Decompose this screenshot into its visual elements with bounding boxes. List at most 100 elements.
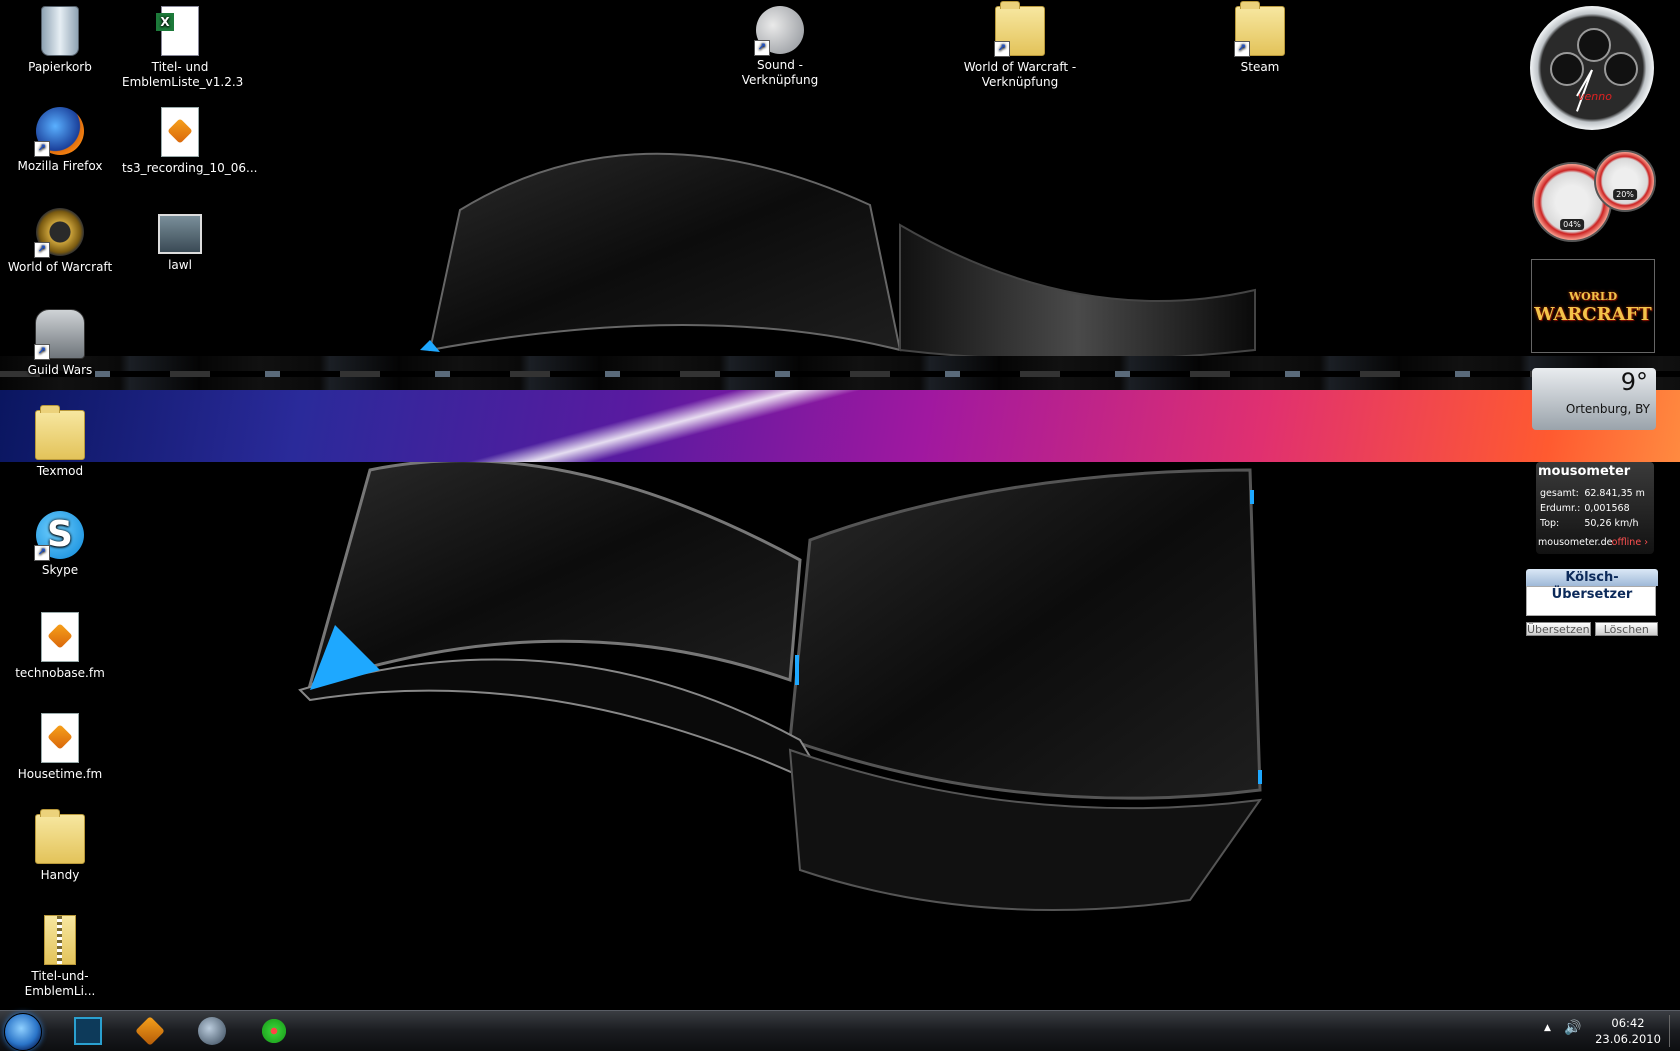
desktop-icon-papierkorb[interactable]: Papierkorb	[0, 0, 120, 75]
folder-icon	[35, 405, 85, 460]
wow-logo: WORLD WARCRAFT	[1534, 288, 1651, 324]
stat-value: 50,26 km/h	[1584, 518, 1639, 529]
stat-value: 62.841,35 m	[1584, 488, 1645, 499]
show-hidden-icons-button[interactable]: ▲	[1544, 1023, 1551, 1033]
desktop-icon-titel-emblemliste[interactable]: Titel- und EmblemListe_v1.2.3	[120, 0, 244, 90]
icon-label: Titel- und EmblemListe_v1.2.3	[122, 60, 244, 89]
translate-button[interactable]: Übersetzen	[1526, 622, 1591, 636]
shortcut-arrow-icon: ↗	[1234, 41, 1250, 57]
zip-folder-icon	[44, 915, 76, 965]
desktop-icon-texmod[interactable]: Texmod	[0, 404, 120, 479]
desktop-icon-housetime[interactable]: Housetime.fm	[0, 707, 120, 782]
icon-label: Steam	[1240, 60, 1280, 74]
desktop-icon-wow-link[interactable]: ↗ World of Warcraft - Verknüpfung	[960, 0, 1080, 90]
playlist-file-icon	[161, 107, 199, 157]
koelsch-translator-gadget: Kölsch-Übersetzer Übersetzen Löschen	[1526, 569, 1658, 643]
folder-icon: ↗	[994, 1, 1045, 57]
icon-label: Guild Wars	[27, 363, 93, 377]
teamspeak-icon	[198, 1017, 226, 1045]
desktop-icon-guild-wars[interactable]: ↗ Guild Wars	[0, 303, 120, 378]
icon-label: World of Warcraft - Verknüpfung	[963, 60, 1077, 89]
wallpaper-color-stripe	[0, 390, 1680, 462]
mousometer-site-link[interactable]: mousometer.de	[1538, 537, 1612, 548]
taskbar: ▲ 🔊 06:42 23.06.2010	[0, 1010, 1680, 1051]
shortcut-arrow-icon: ↗	[34, 141, 50, 157]
wow-logo-gadget[interactable]: WORLD WARCRAFT	[1531, 259, 1655, 353]
desktop-icon-sound[interactable]: ↗ Sound - Verknüpfung	[720, 0, 840, 88]
skype-icon: S ↗	[34, 511, 84, 561]
clock-subdial	[1577, 28, 1611, 62]
shortcut-arrow-icon: ↗	[34, 242, 50, 258]
clear-button[interactable]: Löschen	[1594, 622, 1658, 636]
mousometer-title: mousometer	[1538, 464, 1631, 479]
icon-label: Sound - Verknüpfung	[741, 58, 819, 87]
firefox-icon: ↗	[34, 107, 84, 157]
icon-label: Handy	[40, 868, 80, 882]
icq-flower-icon	[260, 1017, 288, 1045]
stat-label: Erdumr.:	[1540, 503, 1581, 514]
taskbar-item-teamspeak[interactable]	[186, 1014, 238, 1048]
clock-subdial	[1604, 52, 1638, 86]
icon-label: Papierkorb	[28, 60, 92, 74]
mousometer-status[interactable]: offline ›	[1612, 537, 1648, 548]
shortcut-arrow-icon: ↗	[34, 545, 50, 561]
icon-label: Housetime.fm	[17, 767, 103, 781]
shortcut-arrow-icon: ↗	[34, 344, 50, 360]
desktop-icon-wow[interactable]: ↗ World of Warcraft	[0, 202, 120, 275]
desktop-icon-titel-emblemliste-zip[interactable]: Titel-und-EmblemLi...	[0, 909, 120, 999]
icon-label: technobase.fm	[15, 666, 105, 680]
desktop-icon-lawl[interactable]: lawl	[120, 202, 240, 273]
start-orb-icon[interactable]	[4, 1013, 42, 1051]
desktop-icon-technobase[interactable]: technobase.fm	[0, 606, 120, 681]
icon-label: ts3_recording_10_06...	[122, 161, 258, 175]
taskbar-item-icq[interactable]	[248, 1014, 300, 1048]
desktop-icon-steam[interactable]: ↗ Steam	[1200, 0, 1320, 75]
volume-icon[interactable]: 🔊	[1564, 1020, 1581, 1036]
clock-gadget[interactable]: venno	[1530, 6, 1654, 130]
tray-clock[interactable]: 06:42 23.06.2010	[1590, 1015, 1666, 1047]
winamp-icon	[135, 1016, 165, 1046]
app-window-icon	[74, 1017, 102, 1045]
desktop-icon-firefox[interactable]: ↗ Mozilla Firefox	[0, 101, 120, 174]
show-desktop-button[interactable]	[1669, 1015, 1680, 1047]
weather-temperature: 9°	[1620, 368, 1648, 396]
taskbar-item-app[interactable]	[62, 1014, 114, 1048]
recycle-bin-icon	[41, 6, 79, 56]
icon-label: World of Warcraft	[7, 260, 113, 274]
stat-value: 0,001568	[1584, 503, 1630, 514]
speaker-icon: ↗	[754, 6, 804, 56]
mousometer-gadget[interactable]: mousometer gesamt: 62.841,35 m Erdumr.: 0,…	[1536, 462, 1654, 554]
icon-label: Mozilla Firefox	[17, 159, 103, 173]
playlist-file-icon	[41, 713, 79, 763]
wow-icon: ↗	[34, 208, 84, 258]
table-row: Top: 50,26 km/h	[1538, 516, 1647, 531]
tray-time: 06:42	[1611, 1016, 1645, 1030]
stat-label: Top:	[1540, 518, 1560, 529]
desktop-icon-skype[interactable]: S ↗ Skype	[0, 505, 120, 578]
taskbar-item-winamp[interactable]	[124, 1014, 176, 1048]
icon-label: Skype	[41, 563, 79, 577]
guild-wars-icon: ↗	[34, 309, 85, 360]
folder-icon	[35, 809, 85, 864]
stat-label: gesamt:	[1540, 488, 1579, 499]
wallpaper	[298, 152, 1263, 911]
clock-brand: venno	[1578, 90, 1612, 103]
excel-file-icon	[156, 6, 199, 56]
clock-subdial	[1550, 52, 1584, 86]
ram-usage: 20%	[1613, 189, 1637, 200]
koelsch-title: Kölsch-Übersetzer	[1526, 569, 1658, 602]
tray-date: 23.06.2010	[1595, 1032, 1661, 1046]
shortcut-arrow-icon: ↗	[994, 41, 1010, 57]
weather-gadget[interactable]: 9° Ortenburg, BY	[1532, 368, 1656, 430]
desktop-icon-ts3-recording[interactable]: ts3_recording_10_06...	[120, 101, 258, 176]
playlist-file-icon	[41, 612, 79, 662]
table-row: gesamt: 62.841,35 m	[1538, 486, 1647, 501]
icon-label: lawl	[168, 258, 192, 272]
wallpaper-glitch-band	[0, 356, 1680, 390]
folder-icon: ↗	[1234, 1, 1285, 57]
desktop-icon-handy[interactable]: Handy	[0, 808, 120, 883]
ram-meter-gadget[interactable]: 20%	[1594, 150, 1656, 212]
icon-label: Texmod	[36, 464, 84, 478]
weather-city: Ortenburg, BY	[1565, 402, 1650, 416]
shortcut-arrow-icon: ↗	[754, 40, 770, 56]
